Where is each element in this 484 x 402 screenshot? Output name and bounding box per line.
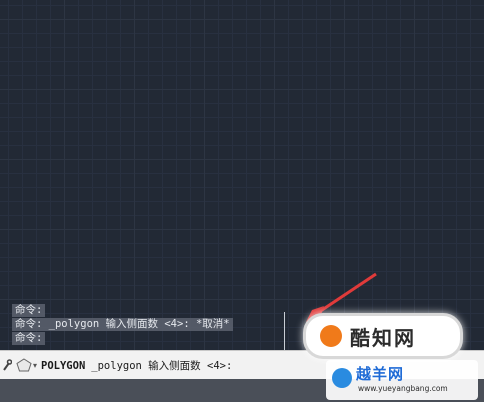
history-line: 命令: [12,332,46,345]
site-url: www.yueyangbang.com [358,384,448,393]
logo-icon [320,325,342,347]
site-logo-icon [332,368,352,388]
text-cursor [284,312,285,350]
watermark-text: 酷知网 [350,325,416,350]
site-watermark: 越羊网 www.yueyangbang.com [326,360,478,400]
command-prompt: _polygon 输入侧面数 <4>: [91,359,233,372]
command-history: 命令: 命令: _polygon 输入侧面数 <4>: *取消* 命令: [12,304,233,346]
history-line: 命令: _polygon 输入侧面数 <4>: *取消* [12,318,233,331]
drawing-canvas[interactable] [0,0,484,350]
command-input[interactable]: POLYGON _polygon 输入侧面数 <4>: [41,358,232,373]
command-keyword: POLYGON [41,359,86,372]
site-title: 越羊网 [356,365,405,383]
watermark-badge: 酷知网 [303,313,463,359]
wrench-icon[interactable] [0,352,14,378]
history-line: 命令: [12,304,46,317]
polygon-icon[interactable] [16,358,32,372]
chevron-down-icon[interactable]: ▾ [33,361,37,370]
